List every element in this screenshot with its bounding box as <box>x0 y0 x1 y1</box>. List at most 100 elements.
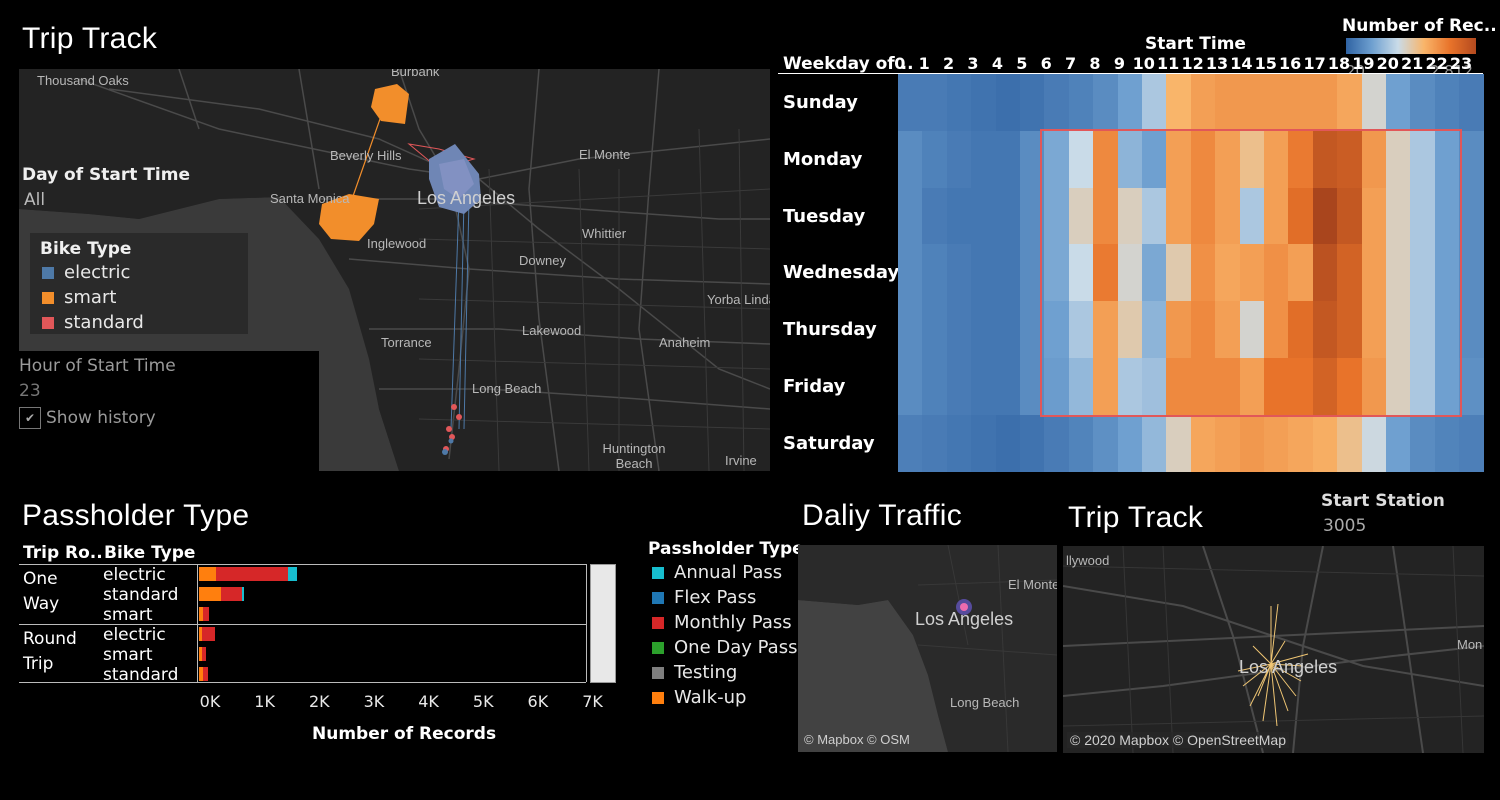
passholder-legend-item[interactable]: Flex Pass <box>652 585 797 610</box>
heatmap-cell[interactable] <box>1312 74 1338 132</box>
passholder-legend-item[interactable]: Testing <box>652 660 797 685</box>
start-station-value[interactable]: 3005 <box>1323 516 1366 536</box>
hour-filter-value[interactable]: 23 <box>19 381 41 401</box>
heatmap-cell[interactable] <box>1117 414 1143 473</box>
heatmap-cell[interactable] <box>898 130 923 189</box>
heatmap-cell[interactable] <box>1386 414 1411 473</box>
heatmap-cell[interactable] <box>1044 74 1070 132</box>
heatmap-cell[interactable] <box>922 358 948 416</box>
trip-track2-map[interactable]: llywood Los Angeles Mon © 2020 Mapbox © … <box>1063 546 1484 753</box>
passholder-legend-item[interactable]: Annual Pass <box>652 560 797 585</box>
heatmap-cell[interactable] <box>922 244 948 302</box>
heatmap-cell[interactable] <box>1410 74 1436 132</box>
heatmap-cell[interactable] <box>1239 74 1265 132</box>
heatmap-cell[interactable] <box>1190 74 1216 132</box>
heatmap-cell[interactable] <box>995 244 1021 302</box>
heatmap-cell[interactable] <box>995 301 1021 359</box>
heatmap-cell[interactable] <box>946 244 972 302</box>
heatmap-cell[interactable] <box>1190 414 1216 473</box>
heatmap-cell[interactable] <box>1459 187 1485 245</box>
heatmap-cell[interactable] <box>922 414 948 473</box>
heatmap-cell[interactable] <box>922 74 948 132</box>
heatmap-cell[interactable] <box>1386 74 1411 132</box>
heatmap-cell[interactable] <box>898 187 923 245</box>
bike-legend-item-standard[interactable]: standard <box>42 310 144 335</box>
bar-segment[interactable] <box>199 587 221 601</box>
heatmap-cell[interactable] <box>971 414 997 473</box>
heatmap-cell[interactable] <box>1264 74 1289 132</box>
heatmap-cell[interactable] <box>1337 74 1363 132</box>
bar-segment[interactable] <box>202 647 206 661</box>
heatmap-cell[interactable] <box>946 414 972 473</box>
heatmap-cell[interactable] <box>922 187 948 245</box>
heatmap-cell[interactable] <box>1459 244 1485 302</box>
heatmap-cell[interactable] <box>1434 74 1460 132</box>
heatmap-cell[interactable] <box>946 130 972 189</box>
heatmap-cell[interactable] <box>1093 74 1119 132</box>
heatmap-cell[interactable] <box>971 130 997 189</box>
bar-segment[interactable] <box>199 567 217 581</box>
heatmap-cell[interactable] <box>995 74 1021 132</box>
heatmap-cell[interactable] <box>1410 414 1436 473</box>
heatmap-cell[interactable] <box>1361 414 1387 473</box>
heatmap-cell[interactable] <box>1459 358 1485 416</box>
bar-segment[interactable] <box>241 587 244 601</box>
heatmap-cell[interactable] <box>1142 74 1167 132</box>
heatmap-cell[interactable] <box>1020 414 1045 473</box>
heatmap-cell[interactable] <box>898 301 923 359</box>
heatmap-cell[interactable] <box>1459 414 1485 473</box>
heatmap-cell[interactable] <box>1312 414 1338 473</box>
heatmap-cell[interactable] <box>1459 74 1485 132</box>
heatmap-cell[interactable] <box>971 358 997 416</box>
heatmap-cell[interactable] <box>1239 414 1265 473</box>
heatmap-cell[interactable] <box>1117 74 1143 132</box>
bar-segment[interactable] <box>216 567 288 581</box>
heatmap-cell[interactable] <box>1068 74 1094 132</box>
heatmap-cell[interactable] <box>946 74 972 132</box>
bike-legend-item-smart[interactable]: smart <box>42 285 144 310</box>
heatmap-cell[interactable] <box>946 358 972 416</box>
heatmap-cell[interactable] <box>1337 414 1363 473</box>
heatmap-cell[interactable] <box>1215 74 1241 132</box>
bar-segment[interactable] <box>203 667 208 681</box>
heatmap-cell[interactable] <box>995 130 1021 189</box>
heatmap-cell[interactable] <box>971 74 997 132</box>
heatmap-cell[interactable] <box>946 301 972 359</box>
heatmap-cell[interactable] <box>1093 414 1119 473</box>
passholder-legend-item[interactable]: One Day Pass <box>652 635 797 660</box>
heatmap-cell[interactable] <box>1288 74 1314 132</box>
passholder-legend-item[interactable]: Monthly Pass <box>652 610 797 635</box>
heatmap-cell[interactable] <box>1288 414 1314 473</box>
heatmap-cell[interactable] <box>1166 74 1192 132</box>
passholder-legend-item[interactable]: Walk-up <box>652 685 797 710</box>
heatmap-cell[interactable] <box>1434 414 1460 473</box>
heatmap-cell[interactable] <box>971 244 997 302</box>
bar-segment[interactable] <box>202 607 209 621</box>
heatmap-cell[interactable] <box>995 358 1021 416</box>
heatmap-cell[interactable] <box>995 414 1021 473</box>
heatmap-cell[interactable] <box>1020 74 1045 132</box>
bar-segment[interactable] <box>202 627 216 641</box>
heatmap-cell[interactable] <box>971 301 997 359</box>
heatmap-cell[interactable] <box>1459 130 1485 189</box>
show-history-label[interactable]: Show history <box>46 408 156 428</box>
day-filter-value[interactable]: All <box>24 190 45 210</box>
heatmap-cell[interactable] <box>922 301 948 359</box>
heatmap-cell[interactable] <box>1044 414 1070 473</box>
heatmap-cell[interactable] <box>995 187 1021 245</box>
chart-scrollbar[interactable] <box>590 564 616 683</box>
heatmap-cell[interactable] <box>898 414 923 473</box>
heatmap-cell[interactable] <box>898 74 923 132</box>
heatmap-cell[interactable] <box>971 187 997 245</box>
heatmap-cell[interactable] <box>898 244 923 302</box>
bar-segment[interactable] <box>220 587 242 601</box>
heatmap-cell[interactable] <box>1459 301 1485 359</box>
heatmap-cell[interactable] <box>1166 414 1192 473</box>
heatmap-cell[interactable] <box>1215 414 1241 473</box>
heatmap-cell[interactable] <box>1361 74 1387 132</box>
show-history-checkbox[interactable]: ✔ <box>19 407 41 429</box>
heatmap-cell[interactable] <box>946 187 972 245</box>
heatmap-cell[interactable] <box>1068 414 1094 473</box>
daily-traffic-map[interactable]: El Monte Los Angeles Long Beach © Mapbox… <box>798 545 1057 752</box>
heatmap-cell[interactable] <box>1142 414 1167 473</box>
